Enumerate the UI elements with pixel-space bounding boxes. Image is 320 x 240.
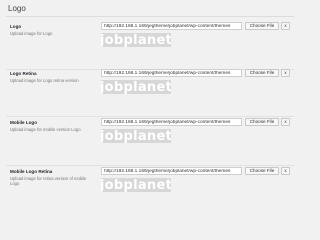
- field-label: Mobile Logo Retina: [10, 169, 53, 174]
- field-description: Upload image for mobile version Logo: [10, 127, 81, 132]
- remove-image-button[interactable]: x: [281, 118, 290, 126]
- field-row-mobile-logo: Mobile Logo Upload image for mobile vers…: [6, 114, 294, 166]
- logo-url-input[interactable]: [101, 22, 242, 30]
- field-description: Upload image for Logo: [10, 31, 53, 36]
- title-divider: [6, 16, 294, 17]
- field-description: Upload image for retina version of mobil…: [10, 176, 87, 187]
- mobile-logo-url-input[interactable]: [101, 118, 242, 126]
- remove-image-button[interactable]: x: [281, 167, 290, 175]
- logo-preview: jobplanet: [101, 129, 171, 143]
- logo-preview-text: jobplanet: [101, 178, 171, 192]
- choose-file-button[interactable]: Choose File: [245, 69, 279, 77]
- remove-image-button[interactable]: x: [281, 69, 290, 77]
- field-label: Mobile Logo: [10, 120, 38, 125]
- logo-preview: jobplanet: [101, 33, 171, 47]
- field-label: Logo: [10, 24, 22, 29]
- field-row-logo-retina: Logo Retina Upload image for Logo retina…: [6, 65, 294, 117]
- section-title: Logo: [8, 4, 26, 13]
- choose-file-button[interactable]: Choose File: [245, 22, 279, 30]
- logo-retina-url-input[interactable]: [101, 69, 242, 77]
- field-row-mobile-logo-retina: Mobile Logo Retina Upload image for reti…: [6, 163, 294, 215]
- field-description: Upload image for Logo retina version: [10, 78, 79, 83]
- logo-preview-text: jobplanet: [101, 129, 171, 143]
- logo-preview-text: jobplanet: [101, 80, 171, 94]
- field-label: Logo Retina: [10, 71, 37, 76]
- choose-file-button[interactable]: Choose File: [245, 118, 279, 126]
- logo-preview: jobplanet: [101, 80, 171, 94]
- field-row-logo: Logo Upload image for Logo Choose File x…: [6, 18, 294, 70]
- choose-file-button[interactable]: Choose File: [245, 167, 279, 175]
- logo-preview-text: jobplanet: [101, 33, 171, 47]
- mobile-logo-retina-url-input[interactable]: [101, 167, 242, 175]
- logo-preview: jobplanet: [101, 178, 171, 192]
- remove-image-button[interactable]: x: [281, 22, 290, 30]
